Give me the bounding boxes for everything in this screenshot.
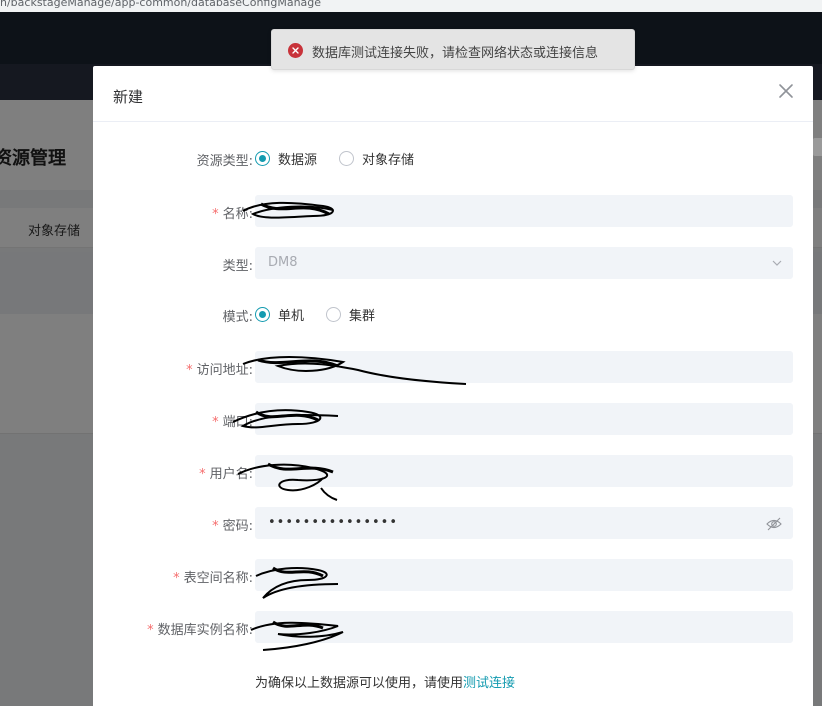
error-toast: 数据库测试连接失败，请检查网络状态或连接信息 [271, 29, 635, 70]
radio-checked-icon [255, 151, 270, 166]
chevron-down-icon [772, 260, 782, 266]
radio-object-storage[interactable]: 对象存储 [339, 149, 414, 168]
type-select[interactable]: DM8 [255, 247, 793, 279]
port-row: * 端口: [93, 403, 813, 435]
radio-label: 对象存储 [362, 153, 415, 168]
radio-standalone[interactable]: 单机 [255, 305, 304, 324]
password-value: ••••••••••••••• [268, 515, 399, 530]
username-input[interactable] [255, 455, 793, 487]
toast-message: 数据库测试连接失败，请检查网络状态或连接信息 [312, 46, 599, 61]
address-row: * 访问地址: [93, 351, 813, 383]
resource-type-label: 资源类型: [196, 154, 253, 169]
eye-hidden-icon[interactable] [766, 517, 782, 531]
port-label: * 端口: [212, 415, 253, 430]
resource-type-radio-group: 数据源 对象存储 [255, 149, 436, 168]
password-label: * 密码: [212, 519, 253, 534]
password-input[interactable]: ••••••••••••••• [255, 507, 793, 539]
radio-label: 集群 [349, 309, 376, 324]
radio-label: 单机 [278, 309, 305, 324]
name-label: * 名称: [212, 207, 253, 222]
mode-label: 模式: [222, 310, 253, 325]
dialog-header: 新建 [93, 66, 813, 122]
name-row: * 名称: [93, 195, 813, 227]
tablespace-input[interactable] [255, 559, 793, 591]
mode-row: 模式: 单机 集群 [93, 298, 813, 330]
address-label: * 访问地址: [186, 363, 253, 378]
new-resource-dialog: 新建 资源类型: 数据源 对象存储 * 名称: 类型: DM8 模式: 单机 集… [93, 66, 813, 706]
mode-radio-group: 单机 集群 [255, 305, 397, 324]
password-row: * 密码: ••••••••••••••• [93, 507, 813, 539]
type-select-value: DM8 [268, 255, 298, 270]
type-label: 类型: [222, 259, 253, 274]
resource-type-row: 资源类型: 数据源 对象存储 [93, 142, 813, 174]
close-icon[interactable] [777, 82, 795, 100]
url-text: n/backstageManage/app-common/databaseCon… [0, 0, 322, 9]
radio-checked-icon [255, 307, 270, 322]
tablespace-row: * 表空间名称: [93, 559, 813, 591]
background-edge-button [813, 138, 822, 156]
instance-input[interactable] [255, 611, 793, 643]
username-label: * 用户名: [199, 467, 253, 482]
browser-url-bar[interactable]: n/backstageManage/app-common/databaseCon… [0, 0, 822, 12]
hint-text: 为确保以上数据源可以使用，请使用 [255, 676, 464, 691]
test-connection-link[interactable]: 测试连接 [463, 676, 515, 691]
port-input[interactable] [255, 403, 793, 435]
instance-row: * 数据库实例名称: [93, 611, 813, 643]
username-row: * 用户名: [93, 455, 813, 487]
tablespace-label: * 表空间名称: [173, 571, 253, 586]
instance-label: * 数据库实例名称: [147, 623, 253, 638]
radio-datasource[interactable]: 数据源 [255, 149, 317, 168]
radio-unchecked-icon [339, 151, 355, 166]
error-circle-icon [288, 43, 303, 58]
dialog-title: 新建 [113, 88, 144, 106]
radio-cluster[interactable]: 集群 [326, 305, 375, 324]
address-input[interactable] [255, 351, 793, 383]
radio-unchecked-icon [326, 307, 342, 322]
test-connection-hint: 为确保以上数据源可以使用，请使用测试连接 [255, 672, 515, 691]
radio-label: 数据源 [278, 153, 318, 168]
name-input[interactable] [255, 195, 793, 227]
type-row: 类型: DM8 [93, 247, 813, 279]
